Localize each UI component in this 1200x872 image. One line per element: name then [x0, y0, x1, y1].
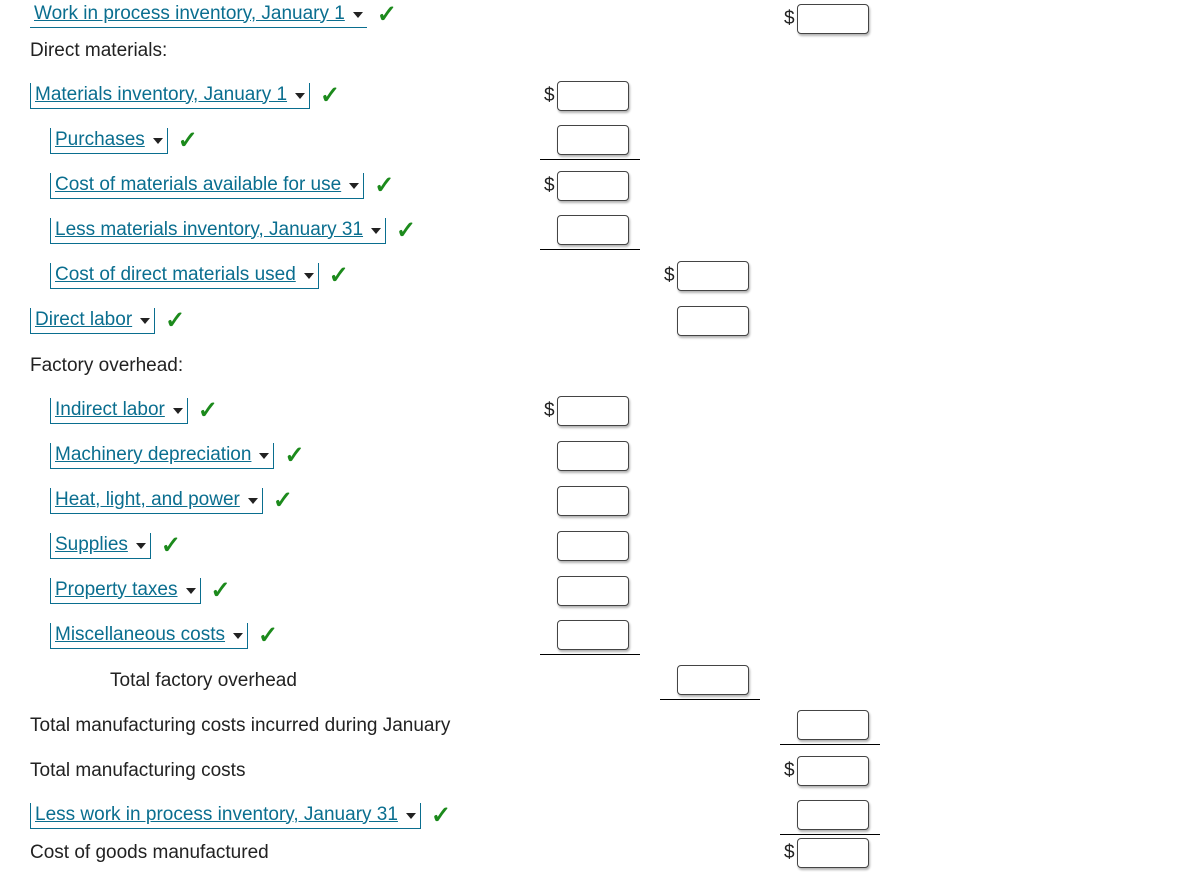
check-icon: ✓ — [198, 396, 218, 425]
row-total-factory-overhead: Total factory overhead $ — [0, 658, 1200, 703]
row-property-taxes: Property taxes ✓ $ — [0, 568, 1200, 613]
dropdown-mat-inv-jan1[interactable]: Materials inventory, January 1 — [30, 83, 310, 109]
dropdown-less-mat-jan31[interactable]: Less materials inventory, January 31 — [50, 218, 386, 244]
row-direct-labor: Direct labor ✓ $ — [0, 298, 1200, 343]
row-less-wip-jan31: Less work in process inventory, January … — [0, 793, 1200, 838]
row-less-mat-jan31: Less materials inventory, January 31 ✓ $ — [0, 208, 1200, 253]
label-factory-overhead: Factory overhead: — [30, 355, 183, 377]
dropdown-supplies[interactable]: Supplies — [50, 533, 151, 559]
dollar-sign: $ — [784, 760, 795, 782]
check-icon: ✓ — [396, 216, 416, 245]
input-cost-mat-avail[interactable] — [557, 171, 629, 201]
label-total-mfg-costs-incurred: Total manufacturing costs incurred durin… — [30, 715, 450, 737]
check-icon: ✓ — [377, 0, 397, 29]
row-supplies: Supplies ✓ $ — [0, 523, 1200, 568]
dropdown-property-taxes[interactable]: Property taxes — [50, 578, 201, 604]
input-indirect-labor[interactable] — [557, 396, 629, 426]
row-factory-overhead-header: Factory overhead: — [0, 343, 1200, 388]
dropdown-cost-direct-mat-used[interactable]: Cost of direct materials used — [50, 263, 319, 289]
dollar-sign: $ — [544, 85, 555, 107]
check-icon: ✓ — [320, 81, 340, 110]
dropdown-direct-labor[interactable]: Direct labor — [30, 308, 155, 334]
row-cost-direct-mat-used: Cost of direct materials used ✓ $ — [0, 253, 1200, 298]
dropdown-machinery-dep[interactable]: Machinery depreciation — [50, 443, 274, 469]
input-purchases[interactable] — [557, 125, 629, 155]
row-direct-materials-header: Direct materials: — [0, 28, 1200, 73]
check-icon: ✓ — [211, 576, 231, 605]
input-direct-labor[interactable] — [677, 306, 749, 336]
dropdown-heat-light-power[interactable]: Heat, light, and power — [50, 488, 263, 514]
dollar-sign: $ — [664, 265, 675, 287]
input-supplies[interactable] — [557, 531, 629, 561]
label-cogs-manufactured: Cost of goods manufactured — [30, 842, 269, 864]
input-cost-direct-mat-used[interactable] — [677, 261, 749, 291]
dollar-sign: $ — [784, 8, 795, 30]
input-total-mfg-costs[interactable] — [797, 756, 869, 786]
dropdown-misc-costs[interactable]: Miscellaneous costs — [50, 623, 248, 649]
row-cost-mat-avail: Cost of materials available for use ✓ $ — [0, 163, 1200, 208]
row-heat-light-power: Heat, light, and power ✓ $ — [0, 478, 1200, 523]
input-property-taxes[interactable] — [557, 576, 629, 606]
input-cogs-manufactured[interactable] — [797, 838, 869, 868]
row-machinery-dep: Machinery depreciation ✓ $ — [0, 433, 1200, 478]
input-wip-jan1[interactable] — [797, 4, 869, 34]
row-wip-jan1: Work in process inventory, January 1 ✓ $ — [0, 0, 1200, 28]
dollar-sign: $ — [544, 175, 555, 197]
dollar-sign: $ — [784, 842, 795, 864]
row-indirect-labor: Indirect labor ✓ $ — [0, 388, 1200, 433]
check-icon: ✓ — [258, 621, 278, 650]
input-less-mat-jan31[interactable] — [557, 215, 629, 245]
check-icon: ✓ — [273, 486, 293, 515]
input-total-mfg-costs-incurred[interactable] — [797, 710, 869, 740]
dropdown-less-wip-jan31[interactable]: Less work in process inventory, January … — [30, 803, 421, 829]
dropdown-purchases[interactable]: Purchases — [50, 128, 168, 154]
dropdown-indirect-labor[interactable]: Indirect labor — [50, 398, 188, 424]
input-total-factory-overhead[interactable] — [677, 665, 749, 695]
label-direct-materials: Direct materials: — [30, 40, 167, 62]
row-total-mfg-costs-incurred: Total manufacturing costs incurred durin… — [0, 703, 1200, 748]
check-icon: ✓ — [329, 261, 349, 290]
input-mat-inv-jan1[interactable] — [557, 81, 629, 111]
dropdown-cost-mat-avail[interactable]: Cost of materials available for use — [50, 173, 364, 199]
row-misc-costs: Miscellaneous costs ✓ $ — [0, 613, 1200, 658]
input-misc-costs[interactable] — [557, 620, 629, 650]
check-icon: ✓ — [284, 441, 304, 470]
label-total-mfg-costs: Total manufacturing costs — [30, 760, 245, 782]
dollar-sign: $ — [544, 400, 555, 422]
check-icon: ✓ — [374, 171, 394, 200]
row-mat-inv-jan1: Materials inventory, January 1 ✓ $ — [0, 73, 1200, 118]
input-machinery-dep[interactable] — [557, 441, 629, 471]
row-total-mfg-costs: Total manufacturing costs $ — [0, 748, 1200, 793]
check-icon: ✓ — [178, 126, 198, 155]
row-purchases: Purchases ✓ $ — [0, 118, 1200, 163]
label-total-factory-overhead: Total factory overhead — [110, 670, 297, 692]
row-cogs-manufactured: Cost of goods manufactured $ — [0, 838, 1200, 868]
check-icon: ✓ — [161, 531, 181, 560]
dropdown-wip-jan1[interactable]: Work in process inventory, January 1 — [30, 2, 367, 28]
input-heat-light-power[interactable] — [557, 486, 629, 516]
check-icon: ✓ — [165, 306, 185, 335]
